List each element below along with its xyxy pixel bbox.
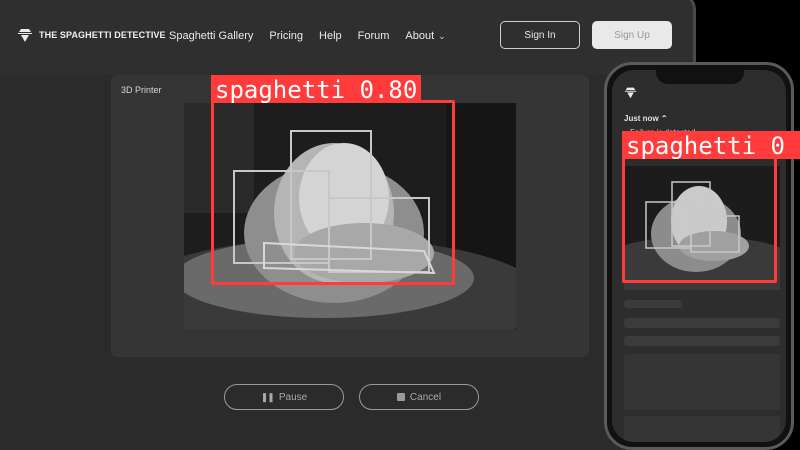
placeholder-block <box>624 354 780 410</box>
detective-hat-icon <box>18 29 32 42</box>
nav-spaghetti-gallery[interactable]: Spaghetti Gallery <box>169 30 253 42</box>
pause-button[interactable]: ❚❚ Pause <box>224 384 344 410</box>
detective-hat-icon <box>624 87 637 99</box>
notification-time[interactable]: Just now ⌃ <box>624 114 668 123</box>
nav-about-label: About <box>405 30 435 42</box>
phone-detection-box <box>622 155 777 283</box>
phone-detection-label: spaghetti 0 <box>622 131 800 159</box>
chevron-down-icon: ⌄ <box>438 30 446 41</box>
brand-name: THE SPAGHETTI DETECTIVE <box>39 30 166 40</box>
nav-pricing[interactable]: Pricing <box>269 30 303 42</box>
placeholder-block <box>624 416 780 442</box>
top-navigation: THE SPAGHETTI DETECTIVE Spaghetti Galler… <box>0 0 693 75</box>
detection-box <box>211 100 455 285</box>
pause-label: Pause <box>278 391 308 403</box>
nav-about[interactable]: About ⌄ <box>405 30 445 42</box>
just-now-label: Just now <box>624 114 659 123</box>
placeholder-line <box>624 300 682 308</box>
detection-label: spaghetti 0.80 <box>211 75 422 104</box>
stop-icon <box>396 393 405 401</box>
sign-in-button[interactable]: Sign In <box>500 21 580 49</box>
printer-name: 3D Printer <box>121 85 162 95</box>
nav-forum[interactable]: Forum <box>358 30 390 42</box>
placeholder-line <box>624 336 780 346</box>
placeholder-line <box>624 318 780 328</box>
sign-up-button[interactable]: Sign Up <box>592 21 672 49</box>
cancel-label: Cancel <box>409 391 442 403</box>
chevron-up-icon: ⌃ <box>660 114 668 123</box>
pause-icon: ❚❚ <box>260 391 275 402</box>
nav-help[interactable]: Help <box>319 30 342 42</box>
nav-links: Spaghetti Gallery Pricing Help Forum Abo… <box>169 30 446 42</box>
phone-notch <box>656 70 744 84</box>
brand[interactable]: THE SPAGHETTI DETECTIVE <box>17 27 166 43</box>
cancel-button[interactable]: Cancel <box>359 384 479 410</box>
